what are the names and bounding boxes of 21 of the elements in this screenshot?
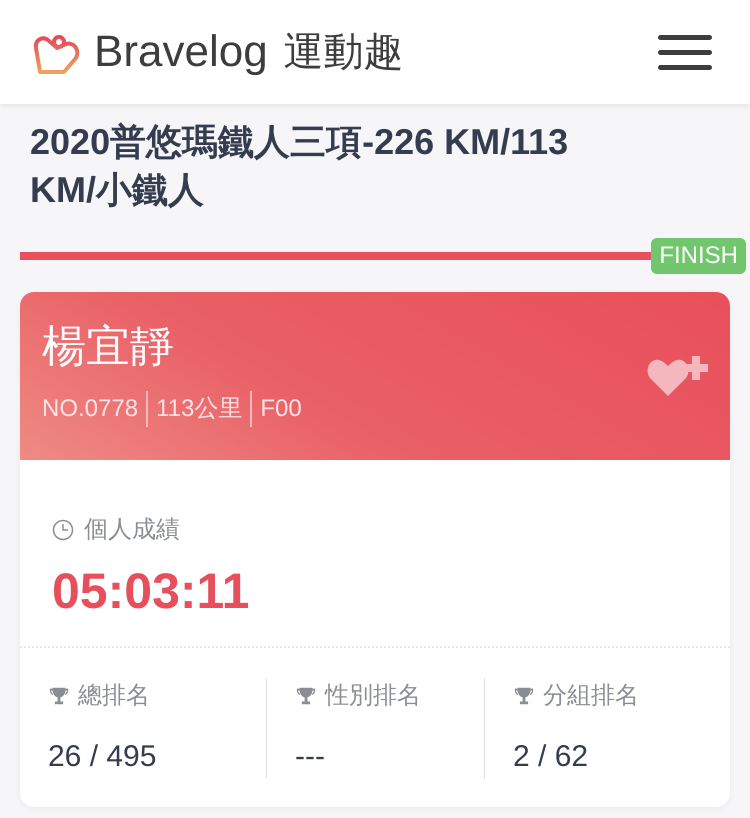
ranking-label: 分組排名 <box>543 681 639 711</box>
athlete-meta: 113公里 <box>146 391 242 427</box>
ranking-value: 2 / 62 <box>513 739 590 775</box>
menu-button[interactable] <box>658 34 712 70</box>
athlete-meta: NO.0778 <box>42 394 138 424</box>
event-title: 2020普悠瑪鐵人三項-226 KM/113 KM/小鐵人 <box>29 120 570 212</box>
trophy-icon <box>48 685 70 707</box>
ranking-label: 性別排名 <box>325 681 421 711</box>
athlete-name: 楊宜靜 <box>42 325 175 369</box>
finish-badge: FINISH <box>651 238 746 274</box>
trophy-icon <box>513 685 535 707</box>
result-label: 個人成績 <box>84 515 180 545</box>
ranking-value: 26 / 495 <box>48 739 158 775</box>
trophy-icon <box>295 685 317 707</box>
brand-name: Bravelog <box>94 30 268 74</box>
ranking-value: --- <box>295 739 326 775</box>
finish-time: 05:03:11 <box>52 566 250 616</box>
ranking-label: 總排名 <box>78 681 150 711</box>
clock-icon <box>52 519 74 541</box>
brand-subtitle: 運動趣 <box>284 32 404 72</box>
athlete-meta: F00 <box>250 391 302 427</box>
